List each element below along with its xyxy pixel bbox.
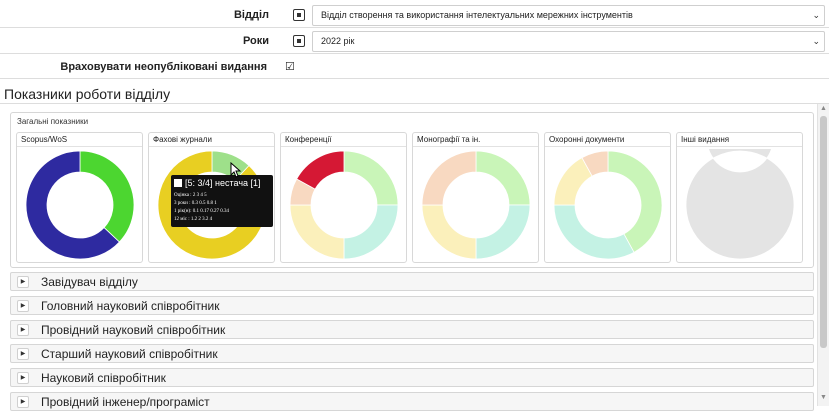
mouse-cursor-icon	[230, 162, 242, 178]
accordion-label: Головний науковий співробітник	[41, 299, 220, 313]
donut-chart[interactable]	[21, 149, 139, 261]
department-row: Відділ Відділ створення та використання …	[0, 4, 829, 28]
department-value: Відділ створення та використання інтелек…	[321, 10, 633, 20]
summary-panel: Загальні показники Scopus/WoS Фахові журн…	[10, 112, 814, 268]
tooltip-header: [5: 3/4] нестача [1]	[174, 178, 261, 188]
chart-panel: Монографії та ін.	[412, 132, 539, 263]
section-title: Показники роботи відділу	[4, 86, 171, 102]
donut-segment[interactable]	[343, 150, 399, 206]
chart-panel: Охоронні документи	[544, 132, 671, 263]
chevron-down-icon: ⌄	[812, 36, 820, 46]
accordion-label: Завідувач відділу	[41, 275, 138, 289]
unpublished-checkbox[interactable]: ☑	[285, 62, 296, 73]
unpublished-row: Враховувати неопубліковані видання ☑	[0, 56, 829, 80]
triangle-right-icon[interactable]: ▶	[17, 300, 29, 312]
chart-title: Конференції	[281, 133, 406, 147]
donut-segment[interactable]	[289, 204, 345, 260]
divider	[0, 27, 829, 28]
accordion-label: Провідний науковий співробітник	[41, 323, 226, 337]
accordion-item[interactable]: ▶ Науковий співробітник	[10, 368, 814, 387]
scrollbar-thumb[interactable]	[820, 116, 827, 348]
triangle-right-icon[interactable]: ▶	[17, 372, 29, 384]
donut-segment[interactable]	[421, 150, 477, 206]
years-select[interactable]: 2022 рік ⌄	[312, 31, 825, 52]
accordion-label: Старший науковий співробітник	[41, 347, 218, 361]
donut-segment[interactable]	[421, 204, 477, 260]
tooltip-row: 12 міс : 1.2 2 3.2 4	[174, 217, 213, 222]
chart-title: Scopus/WoS	[17, 133, 142, 147]
tooltip-row: 3 роки : 0.3 0.5 0.8 1	[174, 201, 217, 206]
accordion-item[interactable]: ▶ Головний науковий співробітник	[10, 296, 814, 315]
department-toggle-icon[interactable]	[293, 9, 305, 21]
scrollbar[interactable]: ▲ ▼	[817, 104, 829, 406]
accordion-item[interactable]: ▶ Старший науковий співробітник	[10, 344, 814, 363]
scroll-down-icon[interactable]: ▼	[820, 394, 827, 401]
years-label: Роки	[242, 35, 269, 47]
tooltip-row: Оцінка : 2 3 4 5	[174, 193, 207, 198]
donut-segment[interactable]	[553, 204, 635, 260]
triangle-right-icon[interactable]: ▶	[17, 348, 29, 360]
triangle-right-icon[interactable]: ▶	[17, 324, 29, 336]
divider	[0, 78, 829, 79]
chart-title: Монографії та ін.	[413, 133, 538, 147]
donut-chart[interactable]	[681, 149, 799, 261]
donut-chart[interactable]	[549, 149, 667, 261]
donut-chart[interactable]	[285, 149, 403, 261]
department-label: Відділ	[233, 9, 269, 21]
divider	[0, 53, 829, 54]
donut-segment[interactable]	[685, 149, 795, 260]
chart-panel: Інші видання	[676, 132, 803, 263]
unpublished-label: Враховувати неопубліковані видання	[60, 61, 267, 73]
chart-tooltip: [5: 3/4] нестача [1] Оцінка : 2 3 4 5 3 …	[171, 175, 273, 227]
donut-chart[interactable]	[417, 149, 535, 261]
scroll-up-icon[interactable]: ▲	[820, 105, 827, 112]
accordion-item[interactable]: ▶ Завідувач відділу	[10, 272, 814, 291]
triangle-right-icon[interactable]: ▶	[17, 276, 29, 288]
years-row: Роки 2022 рік ⌄	[0, 30, 829, 54]
chart-title: Охоронні документи	[545, 133, 670, 147]
donut-segment[interactable]	[475, 204, 531, 260]
chevron-down-icon: ⌄	[812, 10, 820, 20]
tooltip-row: 1 рік(н): 0.1 0.17 0.27 0.34	[174, 209, 229, 214]
department-select[interactable]: Відділ створення та використання інтелек…	[312, 5, 825, 26]
accordion-label: Науковий співробітник	[41, 371, 166, 385]
chart-panel: Конференції	[280, 132, 407, 263]
summary-title: Загальні показники	[17, 117, 89, 126]
chart-title: Фахові журнали	[149, 133, 274, 147]
years-toggle-icon[interactable]	[293, 35, 305, 47]
years-value: 2022 рік	[321, 36, 355, 46]
divider	[0, 103, 829, 104]
donut-segment[interactable]	[343, 204, 399, 260]
donut-segment[interactable]	[475, 150, 531, 206]
triangle-right-icon[interactable]: ▶	[17, 396, 29, 408]
chart-title: Інші видання	[677, 133, 802, 147]
accordion-item[interactable]: ▶ Провідний науковий співробітник	[10, 320, 814, 339]
accordion-item[interactable]: ▶ Провідний інженер/програміст	[10, 392, 814, 411]
donut-segment[interactable]	[79, 150, 135, 243]
tooltip-header-text: [5: 3/4] нестача [1]	[185, 178, 261, 188]
legend-swatch-icon	[174, 179, 182, 187]
accordion-label: Провідний інженер/програміст	[41, 395, 210, 409]
chart-panel: Scopus/WoS	[16, 132, 143, 263]
